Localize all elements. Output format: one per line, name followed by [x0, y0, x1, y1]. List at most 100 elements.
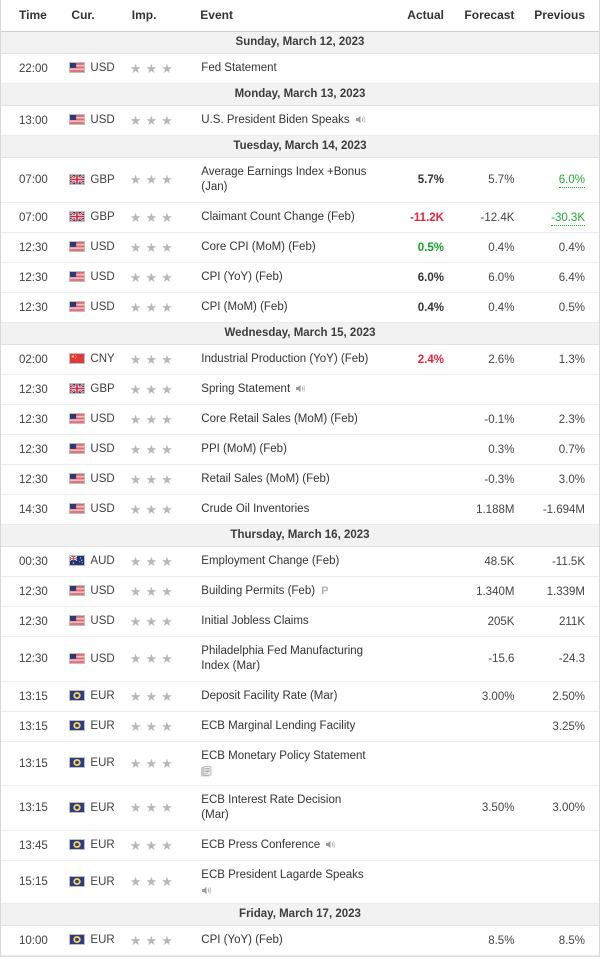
table-row[interactable]: 13:45EUR★★★ECB Press Conference [1, 831, 599, 861]
table-row[interactable]: 12:30USD★★★Core Retail Sales (MoM) (Feb)… [1, 405, 599, 435]
event-name[interactable]: Retail Sales (MoM) (Feb) [201, 473, 329, 485]
importance-stars[interactable]: ★★★ [130, 413, 177, 427]
event-name[interactable]: Deposit Facility Rate (Mar) [201, 690, 337, 702]
table-row[interactable]: 14:30USD★★★Crude Oil Inventories1.188M-1… [1, 495, 599, 525]
importance-stars[interactable]: ★★★ [130, 353, 177, 367]
speaker-icon[interactable] [325, 839, 336, 850]
importance-stars[interactable]: ★★★ [130, 173, 177, 187]
importance-stars[interactable]: ★★★ [130, 652, 177, 666]
importance-stars[interactable]: ★★★ [130, 839, 177, 853]
preliminary-icon[interactable]: P [321, 584, 328, 599]
event-cell[interactable]: Fed Statement [200, 54, 379, 84]
speaker-icon[interactable] [201, 885, 371, 896]
event-name[interactable]: Core Retail Sales (MoM) (Feb) [201, 413, 358, 425]
previous-value-revised[interactable]: -30.3K [551, 212, 585, 226]
importance-stars[interactable]: ★★★ [130, 503, 177, 517]
event-cell[interactable]: ECB Press Conference [200, 831, 379, 861]
importance-stars[interactable]: ★★★ [130, 271, 177, 285]
event-cell[interactable]: Industrial Production (YoY) (Feb) [200, 345, 379, 375]
importance-stars[interactable]: ★★★ [130, 934, 177, 948]
event-cell[interactable]: Building Permits (Feb) P [200, 577, 379, 607]
event-name[interactable]: Claimant Count Change (Feb) [201, 211, 354, 223]
event-name[interactable]: Fed Statement [201, 62, 276, 74]
event-name[interactable]: U.S. President Biden Speaks [201, 114, 349, 126]
event-cell[interactable]: Employment Change (Feb) [200, 547, 379, 577]
document-icon[interactable] [201, 766, 371, 778]
column-header-event[interactable]: Event [200, 0, 379, 32]
table-row[interactable]: 12:30USD★★★Core CPI (MoM) (Feb)0.5%0.4%0… [1, 233, 599, 263]
table-row[interactable]: 13:15EUR★★★ECB Interest Rate Decision (M… [1, 786, 599, 831]
event-cell[interactable]: CPI (MoM) (Feb) [200, 293, 379, 323]
event-name[interactable]: Spring Statement [201, 383, 290, 395]
column-header-importance[interactable]: Imp. [122, 0, 201, 32]
event-name[interactable]: Building Permits (Feb) [201, 585, 315, 597]
column-header-actual[interactable]: Actual [379, 0, 451, 32]
table-row[interactable]: 12:30USD★★★Retail Sales (MoM) (Feb)-0.3%… [1, 465, 599, 495]
event-name[interactable]: PPI (MoM) (Feb) [201, 443, 287, 455]
importance-stars[interactable]: ★★★ [130, 114, 177, 128]
event-name[interactable]: ECB Marginal Lending Facility [201, 720, 355, 732]
event-name[interactable]: CPI (YoY) (Feb) [201, 934, 282, 946]
importance-stars[interactable]: ★★★ [130, 801, 177, 815]
importance-stars[interactable]: ★★★ [130, 690, 177, 704]
table-row[interactable]: 12:30GBP★★★Spring Statement [1, 375, 599, 405]
importance-stars[interactable]: ★★★ [130, 757, 177, 771]
table-row[interactable]: 07:00GBP★★★Claimant Count Change (Feb)-1… [1, 203, 599, 233]
importance-stars[interactable]: ★★★ [130, 62, 177, 76]
event-cell[interactable]: Average Earnings Index +Bonus (Jan) [200, 158, 379, 203]
event-cell[interactable]: CPI (YoY) (Feb) [200, 263, 379, 293]
event-name[interactable]: ECB Press Conference [201, 839, 320, 851]
importance-stars[interactable]: ★★★ [130, 241, 177, 255]
table-row[interactable]: 00:30AUD★★★Employment Change (Feb)48.5K-… [1, 547, 599, 577]
speaker-icon[interactable] [295, 383, 306, 394]
previous-value-revised[interactable]: 6.0% [559, 174, 585, 188]
event-cell[interactable]: Core CPI (MoM) (Feb) [200, 233, 379, 263]
table-row[interactable]: 13:00USD★★★U.S. President Biden Speaks [1, 106, 599, 136]
table-row[interactable]: 12:30USD★★★PPI (MoM) (Feb)0.3%0.7% [1, 435, 599, 465]
event-name[interactable]: ECB Monetary Policy Statement [201, 750, 365, 762]
column-header-previous[interactable]: Previous [522, 0, 599, 32]
table-row[interactable]: 22:00USD★★★Fed Statement [1, 54, 599, 84]
event-name[interactable]: Core CPI (MoM) (Feb) [201, 241, 315, 253]
importance-stars[interactable]: ★★★ [130, 473, 177, 487]
event-name[interactable]: Average Earnings Index +Bonus (Jan) [201, 166, 366, 193]
table-row[interactable]: 12:30USD★★★CPI (YoY) (Feb)6.0%6.0%6.4% [1, 263, 599, 293]
event-cell[interactable]: CPI (YoY) (Feb) [200, 926, 379, 956]
table-row[interactable]: 13:15EUR★★★ECB Marginal Lending Facility… [1, 712, 599, 742]
event-cell[interactable]: Retail Sales (MoM) (Feb) [200, 465, 379, 495]
event-cell[interactable]: Core Retail Sales (MoM) (Feb) [200, 405, 379, 435]
event-cell[interactable]: ECB Interest Rate Decision (Mar) [200, 786, 379, 831]
event-cell[interactable]: Crude Oil Inventories [200, 495, 379, 525]
table-row[interactable]: 10:00EUR★★★CPI (YoY) (Feb)8.5%8.5% [1, 926, 599, 956]
event-name[interactable]: ECB Interest Rate Decision (Mar) [201, 794, 341, 821]
event-cell[interactable]: PPI (MoM) (Feb) [200, 435, 379, 465]
event-name[interactable]: Crude Oil Inventories [201, 503, 309, 515]
event-cell[interactable]: U.S. President Biden Speaks [200, 106, 379, 136]
event-name[interactable]: Industrial Production (YoY) (Feb) [201, 353, 368, 365]
table-row[interactable]: 12:30USD★★★Initial Jobless Claims205K211… [1, 607, 599, 637]
event-cell[interactable]: Deposit Facility Rate (Mar) [200, 682, 379, 712]
event-cell[interactable]: ECB Monetary Policy Statement [200, 742, 379, 786]
importance-stars[interactable]: ★★★ [130, 301, 177, 315]
importance-stars[interactable]: ★★★ [130, 555, 177, 569]
table-row[interactable]: 15:15EUR★★★ECB President Lagarde Speaks [1, 861, 599, 904]
event-cell[interactable]: Philadelphia Fed Manufacturing Index (Ma… [200, 637, 379, 682]
event-name[interactable]: ECB President Lagarde Speaks [201, 869, 363, 881]
event-cell[interactable]: Spring Statement [200, 375, 379, 405]
column-header-time[interactable]: Time [1, 0, 63, 32]
table-row[interactable]: 12:30USD★★★Philadelphia Fed Manufacturin… [1, 637, 599, 682]
importance-stars[interactable]: ★★★ [130, 383, 177, 397]
table-row[interactable]: 13:15EUR★★★ECB Monetary Policy Statement [1, 742, 599, 786]
event-name[interactable]: Philadelphia Fed Manufacturing Index (Ma… [201, 645, 363, 672]
event-name[interactable]: Initial Jobless Claims [201, 615, 308, 627]
importance-stars[interactable]: ★★★ [130, 720, 177, 734]
table-row[interactable]: 07:00GBP★★★Average Earnings Index +Bonus… [1, 158, 599, 203]
event-cell[interactable]: Claimant Count Change (Feb) [200, 203, 379, 233]
event-cell[interactable]: ECB Marginal Lending Facility [200, 712, 379, 742]
event-name[interactable]: Employment Change (Feb) [201, 555, 339, 567]
table-row[interactable]: 02:00CNY★★★Industrial Production (YoY) (… [1, 345, 599, 375]
importance-stars[interactable]: ★★★ [130, 875, 177, 889]
importance-stars[interactable]: ★★★ [130, 615, 177, 629]
speaker-icon[interactable] [355, 114, 366, 125]
importance-stars[interactable]: ★★★ [130, 443, 177, 457]
